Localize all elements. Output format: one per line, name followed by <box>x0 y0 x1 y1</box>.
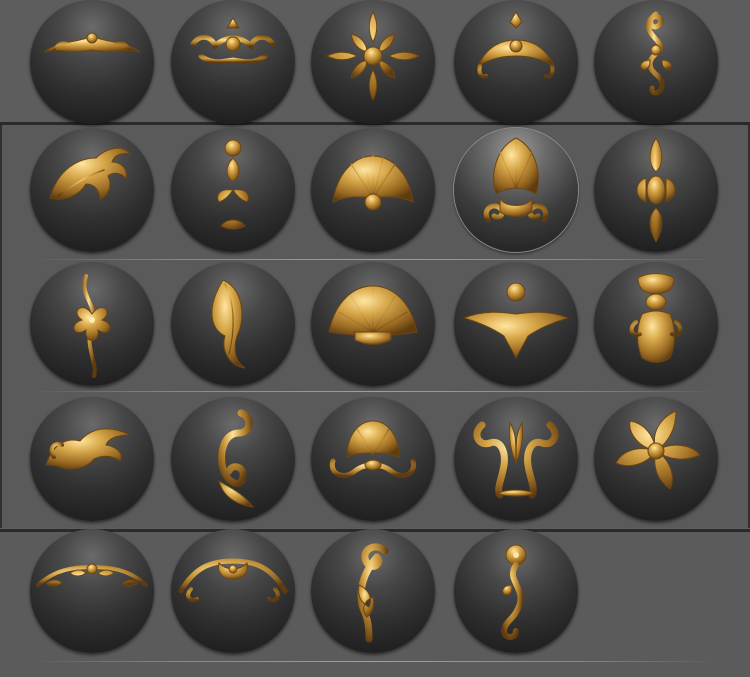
ornament-acanthus-cross[interactable] <box>311 0 435 124</box>
ornament-palmette[interactable] <box>454 128 578 252</box>
divider-rule <box>40 259 710 260</box>
ornament-lace-swag[interactable] <box>30 529 154 653</box>
ornament-corner-leaf[interactable] <box>30 397 154 521</box>
ornament-row <box>0 0 750 130</box>
ornament-floral-stem[interactable] <box>171 128 295 252</box>
ornament-vertical-scroll[interactable] <box>594 0 718 124</box>
ornament-winged-boss[interactable] <box>454 262 578 386</box>
ornament-flower-vine[interactable] <box>30 262 154 386</box>
ornament-row <box>0 128 750 258</box>
ornament-shell-cartouche[interactable] <box>311 397 435 521</box>
ornament-row <box>0 529 750 659</box>
brush-palette <box>0 0 750 677</box>
ornament-acanthus-leaf[interactable] <box>30 128 154 252</box>
ornament-s-scroll[interactable] <box>171 397 295 521</box>
ornament-baroque-panel[interactable] <box>594 262 718 386</box>
ornament-lyre-scroll[interactable] <box>454 397 578 521</box>
ornament-feather-leaf[interactable] <box>171 262 295 386</box>
divider-rule <box>40 661 710 662</box>
ornament-crest-drape[interactable] <box>454 0 578 124</box>
ornament-garland-wide[interactable] <box>30 0 154 124</box>
ornament-row <box>0 262 750 392</box>
ornament-shell-fan[interactable] <box>311 128 435 252</box>
ornament-bow-swag[interactable] <box>171 529 295 653</box>
ornament-scroll-frame[interactable] <box>171 0 295 124</box>
ornament-rosette-scroll[interactable] <box>454 529 578 653</box>
ornament-five-petal-flower[interactable] <box>594 397 718 521</box>
ornament-row <box>0 397 750 527</box>
ornament-vertical-rosette[interactable] <box>594 128 718 252</box>
ornament-scallop-shell[interactable] <box>311 262 435 386</box>
ornament-curl-scroll[interactable] <box>311 529 435 653</box>
